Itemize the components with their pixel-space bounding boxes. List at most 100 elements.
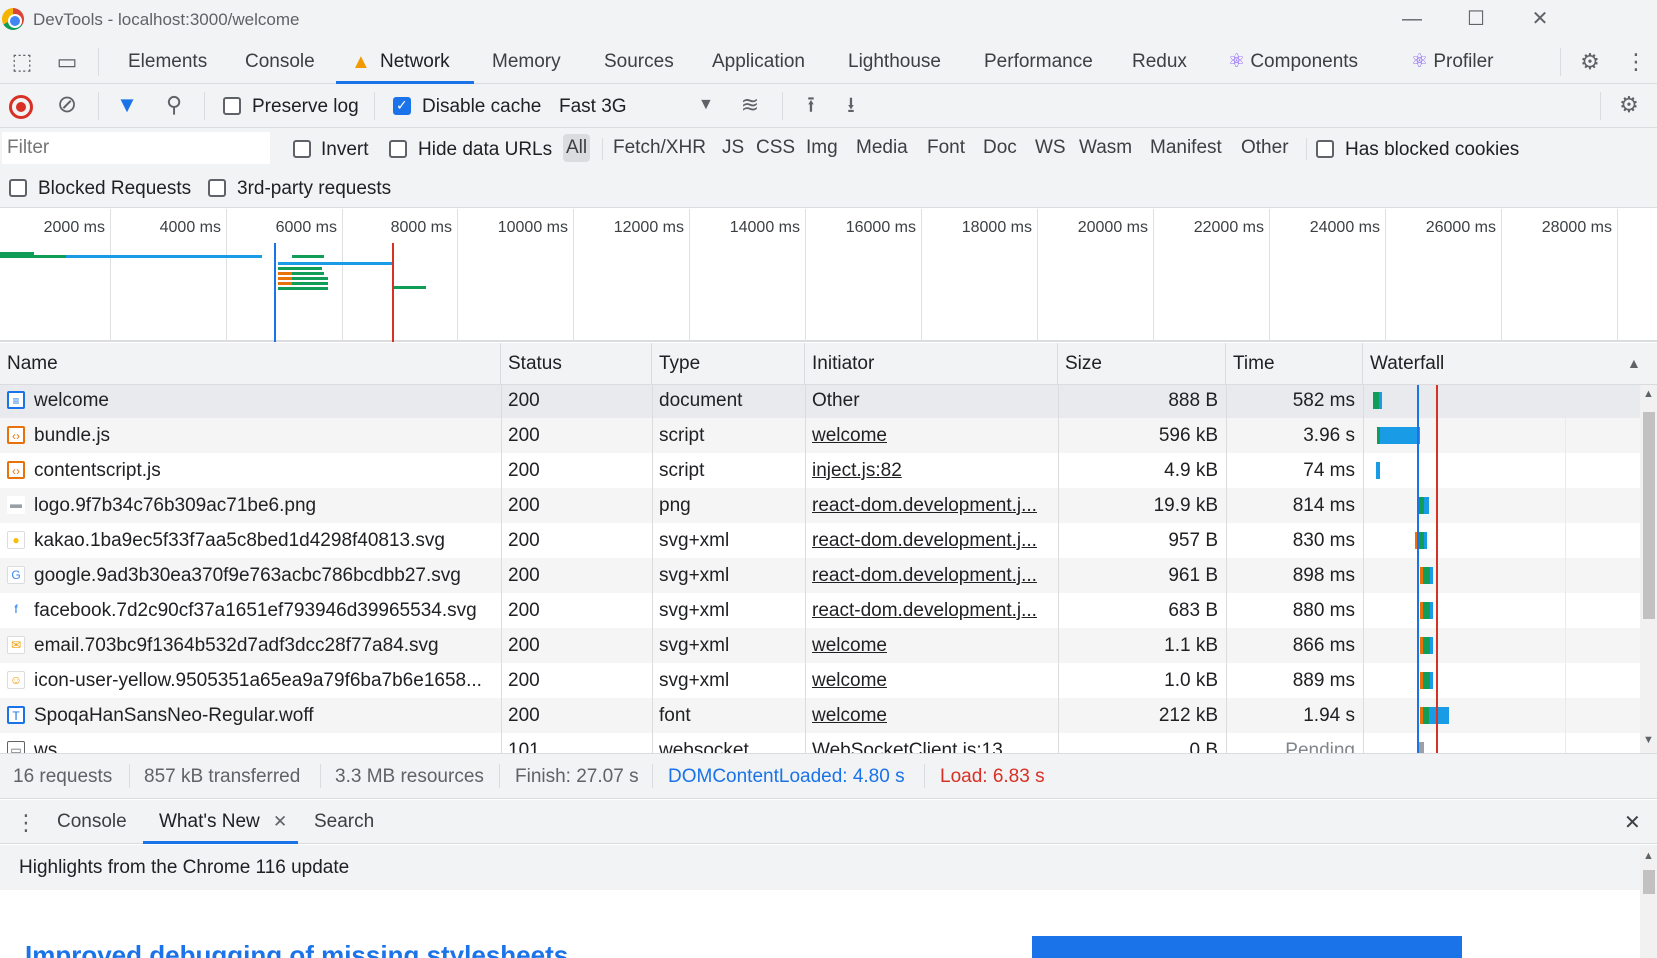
request-initiator[interactable]: react-dom.development.j... xyxy=(812,523,1052,558)
request-time: 898 ms xyxy=(1292,565,1355,586)
third-party-requests-checkbox[interactable] xyxy=(208,179,226,197)
tab-network[interactable]: ▲ Network xyxy=(336,40,474,84)
request-type: document xyxy=(659,390,743,411)
search-icon[interactable]: ⚲ xyxy=(160,91,188,119)
request-size: 19.9 kB xyxy=(1153,495,1218,516)
request-initiator[interactable]: welcome xyxy=(812,663,1052,698)
tab-performance[interactable]: Performance xyxy=(984,40,1093,84)
table-row[interactable]: ≡ welcome 200 document Other 888 B 582 ms xyxy=(0,385,1640,418)
tab-elements[interactable]: Elements xyxy=(128,40,207,84)
export-har-icon[interactable]: ⭳ xyxy=(837,91,865,119)
whats-new-article-title[interactable]: Improved debugging of missing stylesheet… xyxy=(25,940,568,958)
throttling-select[interactable]: Fast 3G xyxy=(559,96,627,118)
filter-type-css[interactable]: CSS xyxy=(753,134,798,162)
table-row[interactable]: ▭ ws 101 websocket WebSocketClient.js:13 0 B P… xyxy=(0,733,1640,753)
filter-type-all[interactable]: All xyxy=(563,134,591,162)
maximize-button[interactable]: ☐ xyxy=(1461,6,1491,32)
request-time: 1.94 s xyxy=(1303,705,1355,726)
filter-type-manifest[interactable]: Manifest xyxy=(1147,134,1225,162)
column-header-waterfall[interactable]: Waterfall xyxy=(1363,343,1657,385)
close-drawer-icon[interactable]: ✕ xyxy=(1624,810,1641,835)
network-settings-gear-icon[interactable]: ⚙ xyxy=(1615,91,1643,119)
column-header-time[interactable]: Time xyxy=(1226,343,1363,385)
chevron-down-icon[interactable]: ▼ xyxy=(698,96,714,114)
table-row[interactable]: T SpoqaHanSansNeo-Regular.woff 200 font welc… xyxy=(0,698,1640,733)
device-toolbar-icon[interactable]: ▭ xyxy=(53,48,81,76)
request-initiator[interactable]: welcome xyxy=(812,628,1052,663)
drawer-scroll-thumb[interactable] xyxy=(1643,870,1655,894)
filter-type-img[interactable]: Img xyxy=(803,134,841,162)
request-initiator[interactable]: welcome xyxy=(812,418,1052,453)
divider xyxy=(1600,92,1601,120)
tab-components[interactable]: ⚛ Components xyxy=(1228,40,1358,84)
settings-gear-icon[interactable]: ⚙ xyxy=(1576,48,1604,76)
drawer-tab-search[interactable]: Search xyxy=(314,800,374,844)
divider xyxy=(204,92,205,120)
tab-redux[interactable]: Redux xyxy=(1132,40,1187,84)
inspect-element-icon[interactable]: ⬚ xyxy=(8,48,36,76)
column-header-initiator[interactable]: Initiator xyxy=(805,343,1058,385)
close-window-button[interactable]: ✕ xyxy=(1525,6,1555,32)
sort-up-icon[interactable]: ▲ xyxy=(1627,355,1641,371)
tab-memory[interactable]: Memory xyxy=(492,40,561,84)
waterfall-grid-line xyxy=(1565,385,1566,753)
blocked-requests-checkbox[interactable] xyxy=(9,179,27,197)
table-row[interactable]: ‹› contentscript.js 200 script inject.js:82 4… xyxy=(0,453,1640,488)
table-row[interactable]: ● kakao.1ba9ec5f33f7aa5c8bed1d4298f40813.… xyxy=(0,523,1640,558)
tab-console[interactable]: Console xyxy=(245,40,315,84)
request-size: 888 B xyxy=(1168,390,1218,411)
stop-recording-icon[interactable] xyxy=(9,95,33,119)
minimize-button[interactable]: — xyxy=(1397,6,1427,32)
table-row[interactable]: f facebook.7d2c90cf37a1651ef793946d399655… xyxy=(0,593,1640,628)
table-row[interactable]: ‹› bundle.js 200 script welcome 596 kB 3.96 s xyxy=(0,418,1640,453)
requests-count: 16 requests xyxy=(13,766,113,787)
filter-type-media[interactable]: Media xyxy=(853,134,911,162)
drawer-tab-console[interactable]: Console xyxy=(57,800,127,844)
drawer-tab-whats-new[interactable]: What's New ✕ xyxy=(143,800,298,844)
request-initiator[interactable]: react-dom.development.j... xyxy=(812,558,1052,593)
preserve-log-checkbox[interactable] xyxy=(223,97,241,115)
more-options-icon[interactable]: ⋮ xyxy=(1622,48,1650,76)
column-header-size[interactable]: Size xyxy=(1058,343,1226,385)
has-blocked-cookies-checkbox[interactable] xyxy=(1316,140,1334,158)
column-divider xyxy=(501,385,502,753)
filter-type-fetch-xhr[interactable]: Fetch/XHR xyxy=(610,134,709,162)
invert-checkbox[interactable] xyxy=(293,140,311,158)
clear-icon[interactable]: ⊘ xyxy=(53,91,81,119)
filter-type-js[interactable]: JS xyxy=(719,134,747,162)
column-header-type[interactable]: Type xyxy=(652,343,805,385)
filter-type-doc[interactable]: Doc xyxy=(980,134,1020,162)
filter-type-other[interactable]: Other xyxy=(1238,134,1292,162)
filter-type-font[interactable]: Font xyxy=(924,134,968,162)
tab-application[interactable]: Application xyxy=(712,40,805,84)
network-conditions-icon[interactable]: ≋ xyxy=(736,91,764,119)
hide-data-urls-checkbox[interactable] xyxy=(389,140,407,158)
tab-sources[interactable]: Sources xyxy=(604,40,674,84)
filter-icon[interactable]: ▼ xyxy=(113,91,141,119)
filter-type-wasm[interactable]: Wasm xyxy=(1076,134,1135,162)
drawer-scroll-up-icon[interactable]: ▲ xyxy=(1643,850,1654,862)
table-row[interactable]: ▬ logo.9f7b34c76b309ac71be6.png 200 png reac… xyxy=(0,488,1640,523)
overview-bar xyxy=(278,277,292,280)
filter-type-ws[interactable]: WS xyxy=(1032,134,1069,162)
column-header-name[interactable]: Name xyxy=(0,343,501,385)
drawer-menu-icon[interactable]: ⋮ xyxy=(15,810,37,836)
network-overview-timeline[interactable]: 2000 ms 4000 ms 6000 ms 8000 ms 10000 ms 1200… xyxy=(0,209,1657,342)
tab-profiler[interactable]: ⚛ Profiler xyxy=(1411,40,1494,84)
column-header-status[interactable]: Status xyxy=(501,343,652,385)
request-initiator[interactable]: welcome xyxy=(812,698,1052,733)
table-row[interactable]: Ggoogle.9ad3b30ea370f9e763acbc786bcdbb27… xyxy=(0,558,1640,593)
table-row[interactable]: ☺ icon-user-yellow.9505351a65ea9a79f6ba7b… xyxy=(0,663,1640,698)
table-scroll-thumb[interactable] xyxy=(1643,412,1655,619)
request-initiator[interactable]: react-dom.development.j... xyxy=(812,593,1052,628)
request-initiator[interactable]: inject.js:82 xyxy=(812,453,1052,488)
import-har-icon[interactable]: ⭱ xyxy=(797,91,825,119)
disable-cache-checkbox[interactable] xyxy=(393,97,411,115)
scroll-up-icon[interactable]: ▲ xyxy=(1643,388,1654,400)
request-initiator[interactable]: react-dom.development.j... xyxy=(812,488,1052,523)
close-tab-icon[interactable]: ✕ xyxy=(273,800,287,844)
scroll-down-icon[interactable]: ▼ xyxy=(1643,734,1654,746)
tab-lighthouse[interactable]: Lighthouse xyxy=(848,40,941,84)
table-row[interactable]: ✉ email.703bc9f1364b532d7adf3dcc28f77a84.… xyxy=(0,628,1640,663)
filter-input[interactable] xyxy=(2,132,270,164)
